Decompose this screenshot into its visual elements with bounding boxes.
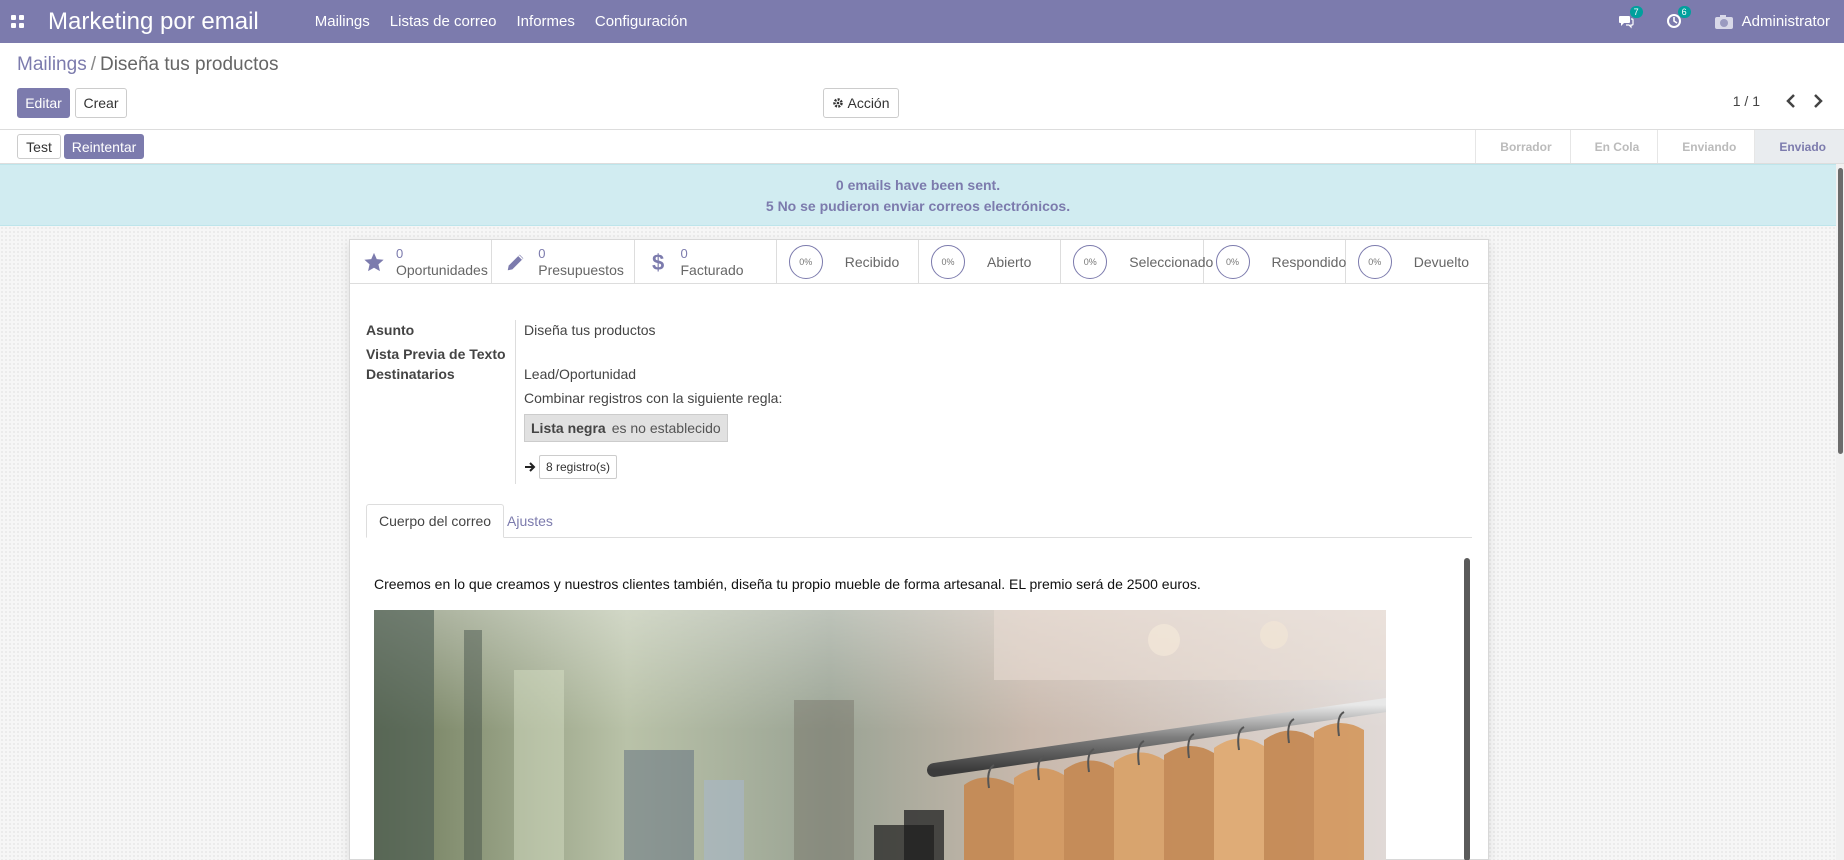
clicked-stat-button[interactable]: 0% Seleccionado (1061, 240, 1213, 283)
breadcrumb-current: Diseña tus productos (99, 54, 279, 75)
create-button[interactable]: Crear (75, 88, 127, 118)
stage-draft[interactable]: Borrador (1475, 130, 1569, 163)
bounced-percent: 0% (1357, 244, 1392, 279)
dollar-icon: $ (652, 250, 664, 274)
retry-button[interactable]: Reintentar (64, 134, 144, 159)
received-stat-button[interactable]: 0% Recibido (777, 240, 919, 283)
user-name: Administrator (1741, 13, 1830, 30)
alert-failed-line: 5 No se pudieron enviar correos electrón… (765, 198, 1071, 214)
received-label: Recibido (844, 253, 900, 270)
edit-button[interactable]: Editar (17, 88, 70, 118)
domain-operator: es no establecido (611, 420, 721, 436)
subject-label: Asunto (366, 322, 415, 338)
user-menu[interactable]: Administrator (1714, 13, 1830, 30)
bounced-label: Devuelto (1413, 253, 1470, 270)
messages-badge: 7 (1629, 5, 1643, 18)
opened-percent: 0% (931, 244, 965, 279)
page-scrollbar-thumb[interactable] (1838, 168, 1843, 454)
tab-mail-body[interactable]: Cuerpo del correo (366, 504, 505, 538)
mail-body-text[interactable]: Creemos en lo que creamos y nuestros cli… (374, 576, 1201, 592)
pager-value[interactable]: 1 / 1 (1733, 93, 1760, 109)
opportunities-label: Oportunidades (396, 261, 488, 278)
arrow-right-icon (525, 462, 536, 472)
bounced-stat-button[interactable]: 0% Devuelto (1346, 240, 1488, 283)
chevron-left-icon[interactable] (1784, 92, 1798, 110)
menu-mailing-lists[interactable]: Listas de correo (390, 13, 497, 30)
replied-percent: 0% (1215, 244, 1250, 279)
recipients-label: Destinatarios (366, 366, 455, 382)
form-statusbar: Test Reintentar Borrador En Cola Enviand… (0, 129, 1844, 164)
clicked-percent: 0% (1073, 244, 1108, 279)
recipients-model[interactable]: Lead/Oportunidad (524, 366, 636, 382)
editor-scrollbar[interactable] (1464, 558, 1470, 860)
action-button[interactable]: Acción (823, 88, 899, 118)
svg-text:$: $ (652, 250, 664, 274)
alert-sent-line: 0 emails have been sent. (835, 177, 1001, 193)
smart-buttons: 0 Oportunidades 0 Presupuestos $ 0 Facturad… (350, 240, 1488, 284)
avatar-camera-icon (1714, 14, 1733, 29)
field-divider (515, 320, 516, 484)
test-button[interactable]: Test (17, 134, 61, 159)
messages-button[interactable]: 7 (1618, 5, 1643, 31)
stage-statusbar: Borrador En Cola Enviando Enviado (1475, 130, 1844, 163)
stage-sending[interactable]: Enviando (1657, 130, 1754, 163)
invoiced-count: 0 (680, 245, 688, 261)
top-navbar: Marketing por email Mailings Listas de c… (0, 0, 1844, 43)
invoiced-label: Facturado (680, 261, 744, 278)
activities-badge: 6 (1677, 5, 1691, 18)
form-tabs: Cuerpo del correo Ajustes (366, 504, 1472, 538)
menu-configuration[interactable]: Configuración (595, 13, 688, 30)
records-count-button[interactable]: 8 registro(s) (539, 455, 618, 479)
breadcrumb-separator: / (90, 54, 96, 75)
received-percent: 0% (788, 244, 823, 279)
quotations-label: Presupuestos (538, 261, 624, 278)
opportunities-count: 0 (396, 245, 404, 261)
chevron-right-icon[interactable] (1811, 92, 1825, 110)
quotations-count: 0 (538, 245, 546, 261)
clothes-rack-photo (374, 610, 1386, 860)
breadcrumb-mailings-link[interactable]: Mailings (17, 54, 87, 75)
quotations-button[interactable]: 0 Presupuestos (492, 240, 635, 283)
pencil-icon (508, 254, 524, 270)
preview-text-label: Vista Previa de Texto (366, 346, 506, 362)
star-icon (364, 252, 384, 271)
send-status-alert: 0 emails have been sent. 5 No se pudiero… (0, 164, 1836, 226)
menu-mailings[interactable]: Mailings (315, 13, 370, 30)
domain-rule-text: Combinar registros con la siguiente regl… (524, 390, 783, 406)
clicked-label: Seleccionado (1129, 253, 1214, 270)
mail-hero-image (374, 610, 1386, 860)
tab-settings[interactable]: Ajustes (495, 504, 565, 538)
apps-menu-icon[interactable] (11, 15, 24, 28)
replied-label: Respondido (1271, 253, 1347, 270)
gear-icon (833, 98, 844, 108)
stage-queued[interactable]: En Cola (1569, 130, 1658, 163)
domain-condition: Lista negra es no establecido (524, 414, 728, 442)
breadcrumb: Mailings / Diseña tus productos (17, 54, 278, 76)
opened-stat-button[interactable]: 0% Abierto (919, 240, 1062, 283)
form-sheet: 0 Oportunidades 0 Presupuestos $ 0 Facturad… (349, 239, 1489, 860)
stage-sent: Enviado (1754, 130, 1844, 163)
opportunities-button[interactable]: 0 Oportunidades (350, 240, 493, 283)
action-button-label: Acción (847, 95, 890, 111)
replied-stat-button[interactable]: 0% Respondido (1204, 240, 1346, 283)
menu-reports[interactable]: Informes (517, 13, 575, 30)
activities-button[interactable]: 6 (1666, 5, 1691, 31)
app-title[interactable]: Marketing por email (48, 8, 259, 36)
opened-label: Abierto (987, 253, 1032, 270)
invoiced-button[interactable]: $ 0 Facturado (635, 240, 777, 283)
domain-field-name: Lista negra (531, 420, 606, 436)
subject-value[interactable]: Diseña tus productos (524, 322, 656, 338)
